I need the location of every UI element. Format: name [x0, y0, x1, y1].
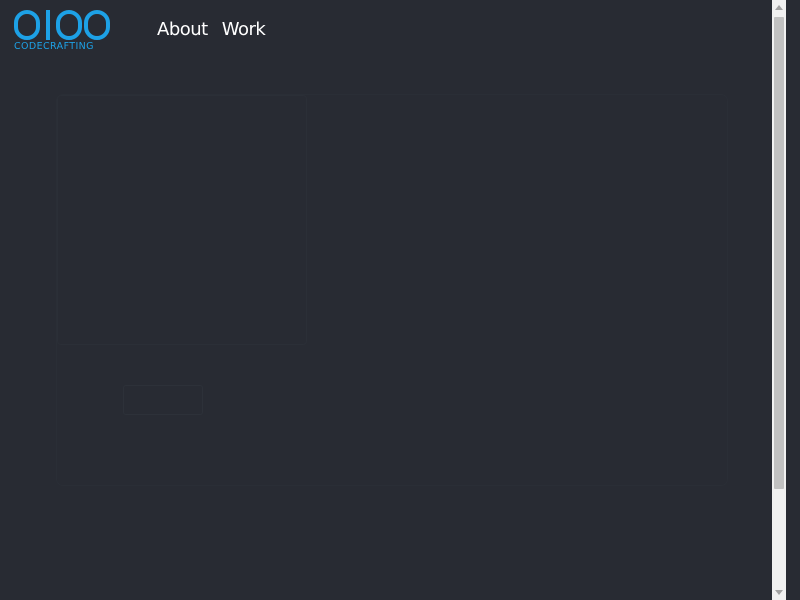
page: CODECRAFTING About Work: [0, 0, 786, 600]
logo-mark: [14, 10, 112, 42]
hero-image-placeholder: [57, 95, 307, 345]
nav-work-link[interactable]: Work: [222, 19, 266, 40]
logo-glyph-one: [46, 10, 50, 40]
vertical-scrollbar[interactable]: [772, 0, 786, 600]
logo-glyph-zero: [84, 10, 110, 40]
logo-subtitle: CODECRAFTING: [14, 41, 94, 52]
main-nav: About Work: [157, 19, 266, 40]
logo-glyph-zero: [56, 10, 82, 40]
logo-link[interactable]: CODECRAFTING: [14, 10, 118, 54]
chevron-down-icon[interactable]: [775, 590, 783, 595]
hero-card-faded: [57, 95, 727, 485]
hero-button-faded: [123, 385, 203, 415]
nav-about-link[interactable]: About: [157, 19, 208, 40]
chevron-up-icon[interactable]: [775, 5, 783, 10]
logo-glyph-zero: [14, 10, 40, 40]
scrollbar-thumb[interactable]: [774, 17, 784, 489]
